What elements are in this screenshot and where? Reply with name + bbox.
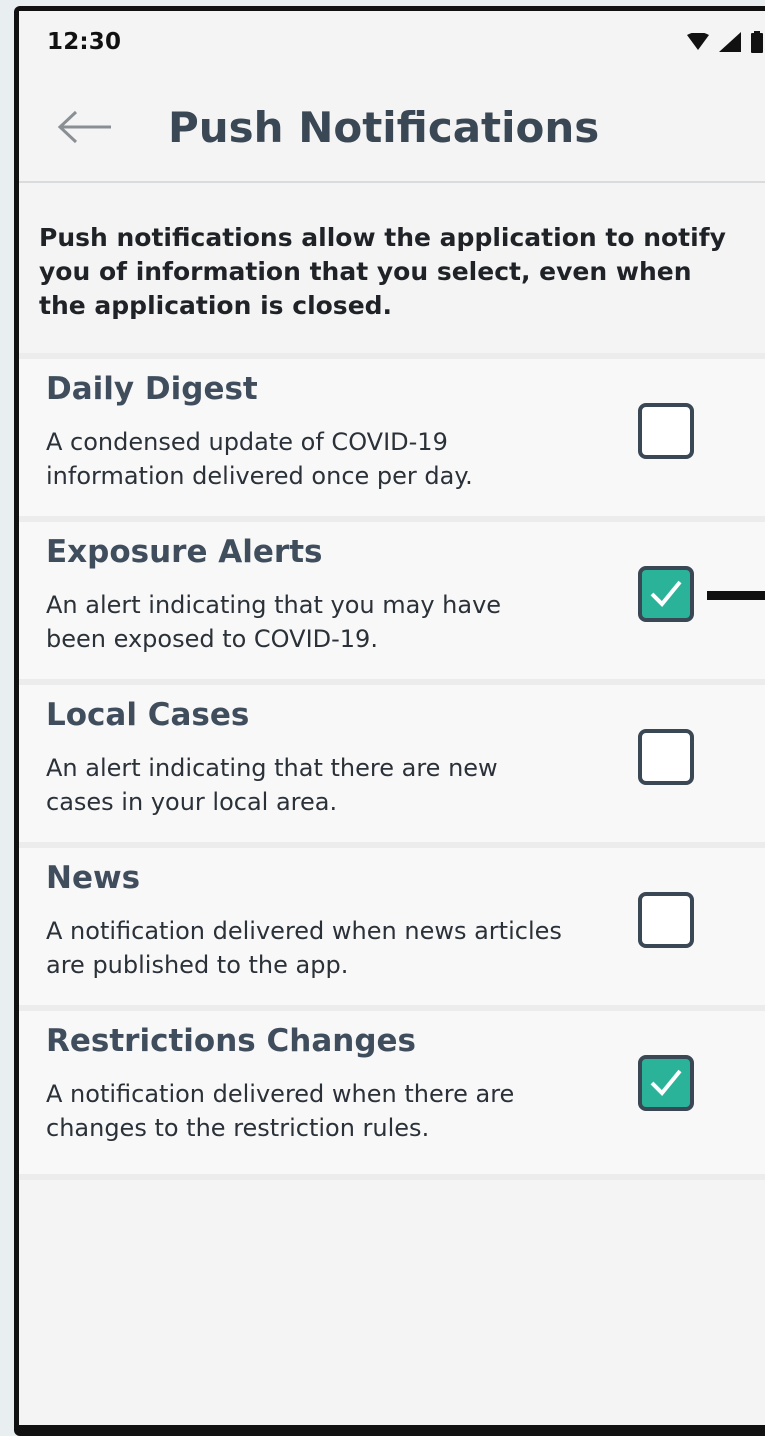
restrictions-changes-checkbox[interactable] (638, 1055, 694, 1111)
notification-description: A condensed update of COVID-19 informati… (46, 428, 473, 490)
notification-description: An alert indicating that you may have be… (46, 591, 502, 653)
news-checkbox[interactable] (638, 892, 694, 948)
checkmark-icon (650, 580, 682, 607)
status-icons (687, 31, 763, 53)
checkmark-icon (650, 1069, 682, 1096)
app-header: Push Notifications (19, 73, 765, 183)
notification-list: Daily Digest A condensed update of COVID… (19, 353, 765, 1180)
notification-name: Exposure Alerts (46, 534, 323, 570)
cell-signal-icon (719, 32, 741, 52)
wifi-icon (687, 33, 709, 50)
notification-row-local-cases: Local Cases An alert indicating that the… (19, 679, 765, 842)
notification-row-exposure-alerts: Exposure Alerts An alert indicating that… (19, 516, 765, 679)
intro-text: Push notifications allow the application… (39, 223, 726, 320)
notification-name: Local Cases (46, 697, 250, 733)
status-bar: 12:30 (19, 11, 765, 73)
status-time: 12:30 (47, 29, 122, 55)
notification-name: Daily Digest (46, 371, 258, 407)
screen: 12:30 Push Notifications Push notificati… (19, 11, 765, 1425)
notification-row-daily-digest: Daily Digest A condensed update of COVID… (19, 353, 765, 516)
arrow-left-icon (57, 110, 111, 144)
annotation-line (707, 591, 765, 600)
notification-name: News (46, 860, 141, 896)
notification-description: An alert indicating that there are new c… (46, 754, 498, 816)
notification-name: Restrictions Changes (46, 1023, 416, 1059)
exposure-alerts-checkbox[interactable] (638, 566, 694, 622)
battery-icon (751, 31, 763, 53)
daily-digest-checkbox[interactable] (638, 403, 694, 459)
notification-description: A notification delivered when news artic… (46, 917, 562, 979)
notification-row-restrictions-changes: Restrictions Changes A notification deli… (19, 1005, 765, 1180)
notification-row-news: News A notification delivered when news … (19, 842, 765, 1005)
notification-description: A notification delivered when there are … (46, 1080, 515, 1142)
back-button[interactable] (57, 107, 115, 147)
page-title: Push Notifications (168, 102, 600, 152)
local-cases-checkbox[interactable] (638, 729, 694, 785)
